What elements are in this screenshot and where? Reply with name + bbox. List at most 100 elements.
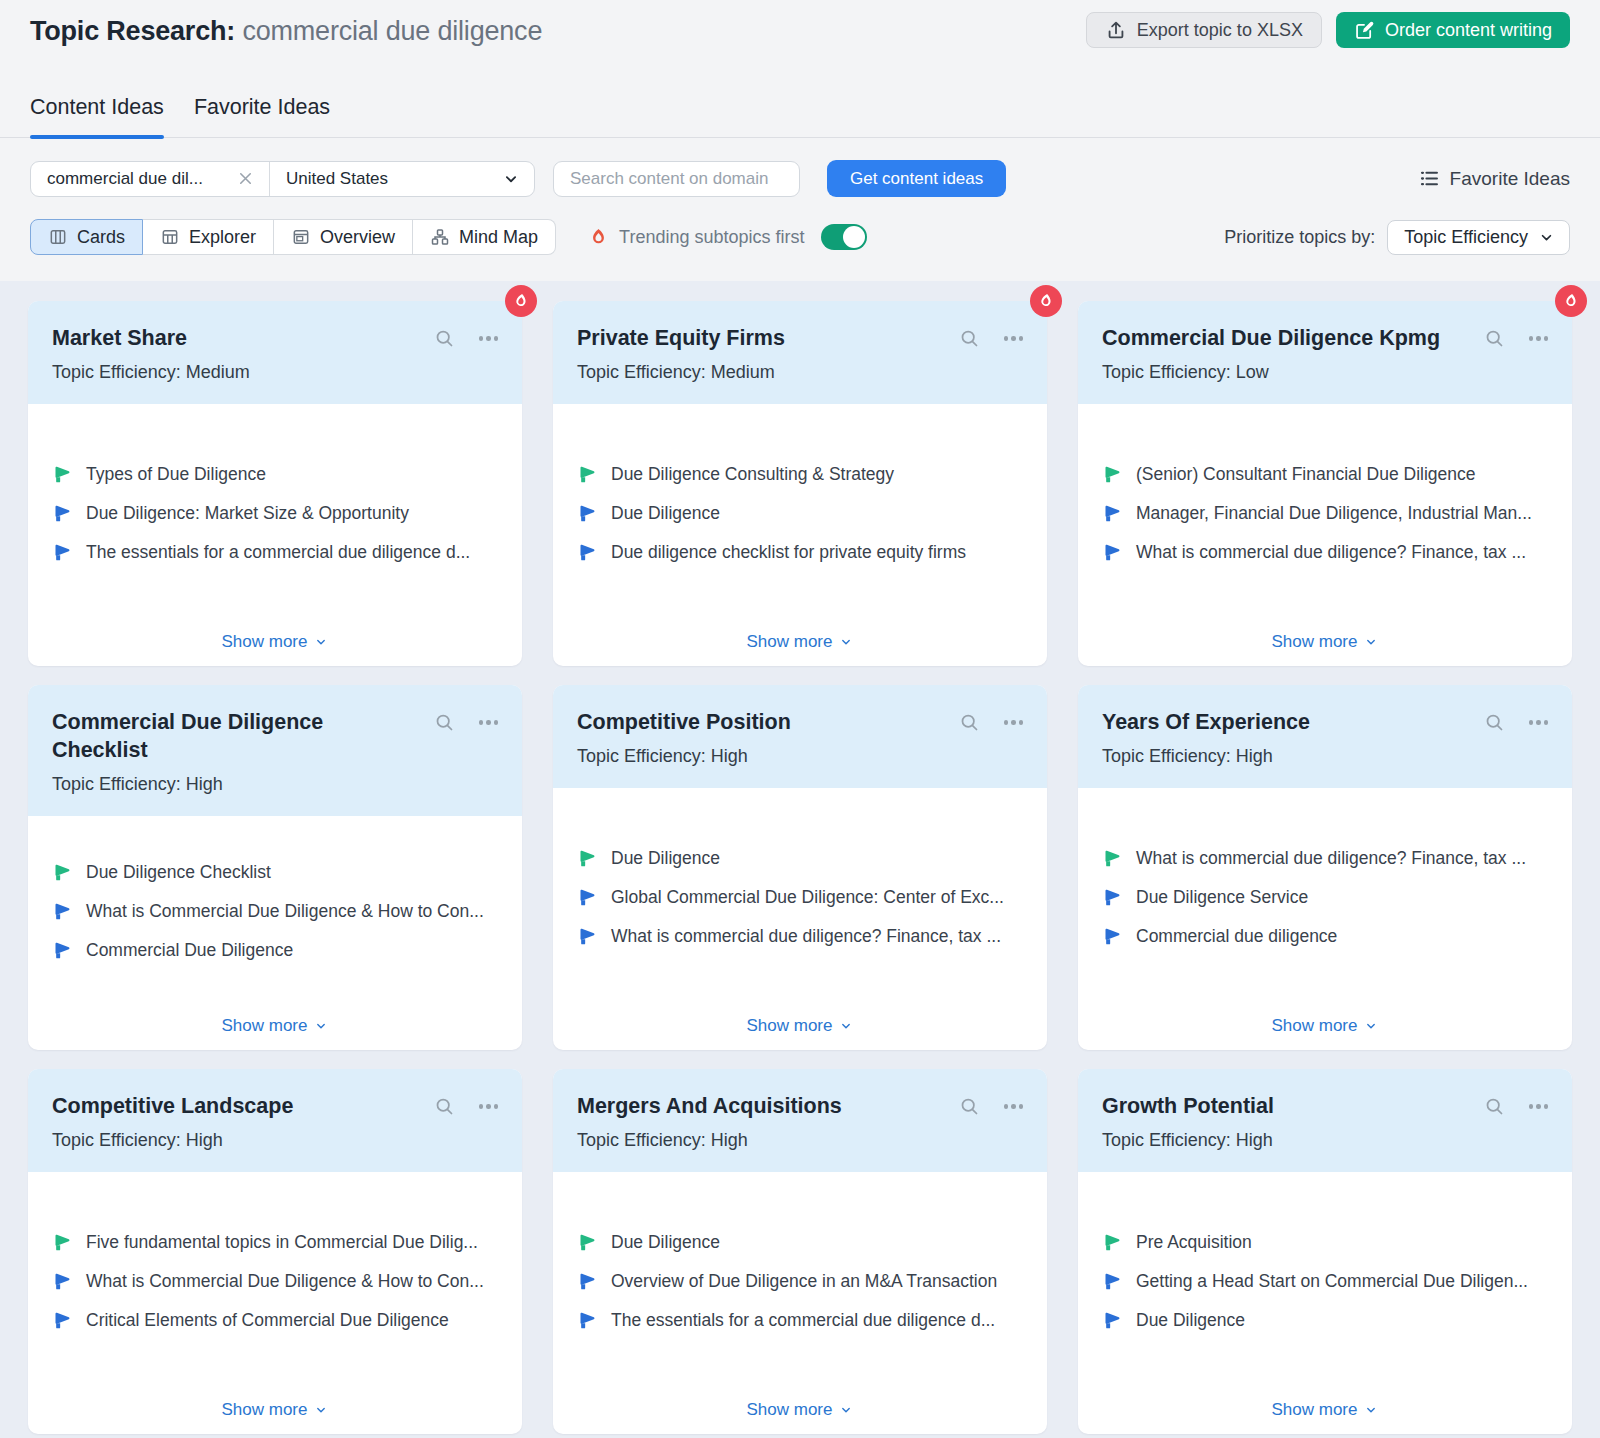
content-idea-item[interactable]: The essentials for a commercial due dili… <box>577 1309 1023 1331</box>
more-menu-icon[interactable] <box>479 336 499 341</box>
content-idea-item[interactable]: Global Commercial Due Diligence: Center … <box>577 886 1023 908</box>
content-idea-item[interactable]: Due Diligence <box>1102 1309 1548 1331</box>
content-idea-item[interactable]: Commercial Due Diligence <box>52 939 498 961</box>
search-icon[interactable] <box>959 328 980 349</box>
view-overview[interactable]: Overview <box>274 219 413 255</box>
country-select[interactable]: United States <box>269 162 534 196</box>
order-content-writing-button[interactable]: Order content writing <box>1336 12 1570 48</box>
domain-search-input[interactable] <box>553 161 800 197</box>
content-idea-item[interactable]: Due Diligence Consulting & Strategy <box>577 463 1023 485</box>
search-row: commercial due dil... United States Get … <box>0 138 1600 197</box>
megaphone-icon <box>577 464 597 484</box>
more-menu-icon[interactable] <box>1529 336 1549 341</box>
flame-icon <box>588 227 609 248</box>
chevron-down-icon <box>839 635 853 649</box>
search-icon[interactable] <box>434 712 455 733</box>
show-more-link[interactable]: Show more <box>577 1006 1023 1036</box>
tab-content-ideas[interactable]: Content Ideas <box>30 95 164 137</box>
search-icon[interactable] <box>434 328 455 349</box>
show-more-link[interactable]: Show more <box>1102 1006 1548 1036</box>
more-menu-icon[interactable] <box>479 720 499 725</box>
show-more-link[interactable]: Show more <box>52 1006 498 1036</box>
content-idea-item[interactable]: Pre Acquisition <box>1102 1231 1548 1253</box>
show-more-link[interactable]: Show more <box>577 1390 1023 1420</box>
more-menu-icon[interactable] <box>1004 720 1024 725</box>
more-menu-icon[interactable] <box>1529 1104 1549 1109</box>
search-icon[interactable] <box>959 712 980 733</box>
megaphone-icon <box>52 1271 72 1291</box>
search-icon[interactable] <box>959 1096 980 1117</box>
more-menu-icon[interactable] <box>479 1104 499 1109</box>
megaphone-icon <box>1102 926 1122 946</box>
show-more-link[interactable]: Show more <box>52 1390 498 1420</box>
content-idea-item[interactable]: Due Diligence <box>577 847 1023 869</box>
content-idea-item[interactable]: Due Diligence Checklist <box>52 861 498 883</box>
tabs: Content Ideas Favorite Ideas <box>0 48 1600 138</box>
card-header: Growth Potential Topic Efficiency: High <box>1078 1069 1572 1172</box>
get-content-ideas-button[interactable]: Get content ideas <box>827 160 1006 197</box>
content-idea-item[interactable]: Due diligence checklist for private equi… <box>577 541 1023 563</box>
card-body: What is commercial due diligence? Financ… <box>1078 788 1572 1050</box>
more-menu-icon[interactable] <box>1004 1104 1024 1109</box>
content-idea-item[interactable]: Due Diligence <box>577 1231 1023 1253</box>
view-cards[interactable]: Cards <box>30 219 143 255</box>
show-more-link[interactable]: Show more <box>52 622 498 652</box>
show-more-link[interactable]: Show more <box>577 622 1023 652</box>
card-header: Private Equity Firms Topic Efficiency: M… <box>553 301 1047 404</box>
content-idea-item[interactable]: What is commercial due diligence? Financ… <box>1102 541 1548 563</box>
content-idea-item[interactable]: Overview of Due Diligence in an M&A Tran… <box>577 1270 1023 1292</box>
card-title: Mergers And Acquisitions <box>577 1092 959 1120</box>
content-idea-item[interactable]: What is commercial due diligence? Financ… <box>577 925 1023 947</box>
top-section: Topic Research: commercial due diligence… <box>0 0 1600 281</box>
view-explorer[interactable]: Explorer <box>143 219 274 255</box>
favorite-ideas-link[interactable]: Favorite Ideas <box>1419 168 1570 190</box>
chevron-down-icon <box>1538 229 1555 246</box>
content-idea-item[interactable]: What is Commercial Due Diligence & How t… <box>52 1270 498 1292</box>
content-idea-item[interactable]: Types of Due Diligence <box>52 463 498 485</box>
content-idea-item[interactable]: The essentials for a commercial due dili… <box>52 541 498 563</box>
chevron-down-icon <box>314 635 328 649</box>
trending-toggle[interactable] <box>821 224 867 250</box>
content-idea-item[interactable]: Due Diligence Service <box>1102 886 1548 908</box>
megaphone-icon <box>1102 542 1122 562</box>
view-mindmap[interactable]: Mind Map <box>413 219 556 255</box>
card-header: Commercial Due Diligence Kpmg Topic Effi… <box>1078 301 1572 404</box>
content-idea-item[interactable]: Commercial due diligence <box>1102 925 1548 947</box>
content-idea-item[interactable]: What is commercial due diligence? Financ… <box>1102 847 1548 869</box>
topic-card: Mergers And Acquisitions Topic Efficienc… <box>553 1069 1047 1434</box>
content-idea-item[interactable]: What is Commercial Due Diligence & How t… <box>52 900 498 922</box>
query-chip[interactable]: commercial due dil... <box>31 162 269 196</box>
more-menu-icon[interactable] <box>1529 720 1549 725</box>
content-idea-item[interactable]: Getting a Head Start on Commercial Due D… <box>1102 1270 1548 1292</box>
card-body: Five fundamental topics in Commercial Du… <box>28 1172 522 1434</box>
search-icon[interactable] <box>1484 1096 1505 1117</box>
search-icon[interactable] <box>1484 328 1505 349</box>
search-icon[interactable] <box>1484 712 1505 733</box>
topic-efficiency: Topic Efficiency: High <box>577 1128 1023 1152</box>
card-header: Years Of Experience Topic Efficiency: Hi… <box>1078 685 1572 788</box>
clear-query-icon[interactable] <box>236 169 255 188</box>
prioritize-select[interactable]: Topic Efficiency <box>1387 220 1570 255</box>
content-idea-item[interactable]: Critical Elements of Commercial Due Dili… <box>52 1309 498 1331</box>
content-idea-item[interactable]: Due Diligence <box>577 502 1023 524</box>
show-more-link[interactable]: Show more <box>1102 1390 1548 1420</box>
search-icon[interactable] <box>434 1096 455 1117</box>
content-idea-item[interactable]: Manager, Financial Due Diligence, Indust… <box>1102 502 1548 524</box>
export-xlsx-button[interactable]: Export topic to XLSX <box>1086 12 1322 48</box>
megaphone-icon <box>577 926 597 946</box>
tab-favorite-ideas[interactable]: Favorite Ideas <box>194 95 330 137</box>
content-idea-item[interactable]: Due Diligence: Market Size & Opportunity <box>52 502 498 524</box>
card-body: Pre Acquisition Getting a Head Start on C… <box>1078 1172 1572 1434</box>
megaphone-icon <box>1102 1232 1122 1252</box>
list-icon <box>1419 168 1440 189</box>
prioritize-control: Prioritize topics by: Topic Efficiency <box>1224 220 1570 255</box>
view-row: Cards Explorer Overview Mind Map Trendin… <box>0 197 1600 281</box>
content-ideas-grid: Market Share Topic Efficiency: Medium Ty… <box>0 281 1600 1438</box>
trending-flame-badge <box>505 285 537 317</box>
content-idea-item[interactable]: Five fundamental topics in Commercial Du… <box>52 1231 498 1253</box>
more-menu-icon[interactable] <box>1004 336 1024 341</box>
show-more-link[interactable]: Show more <box>1102 622 1548 652</box>
megaphone-icon <box>1102 503 1122 523</box>
megaphone-icon <box>577 503 597 523</box>
content-idea-item[interactable]: (Senior) Consultant Financial Due Dilige… <box>1102 463 1548 485</box>
